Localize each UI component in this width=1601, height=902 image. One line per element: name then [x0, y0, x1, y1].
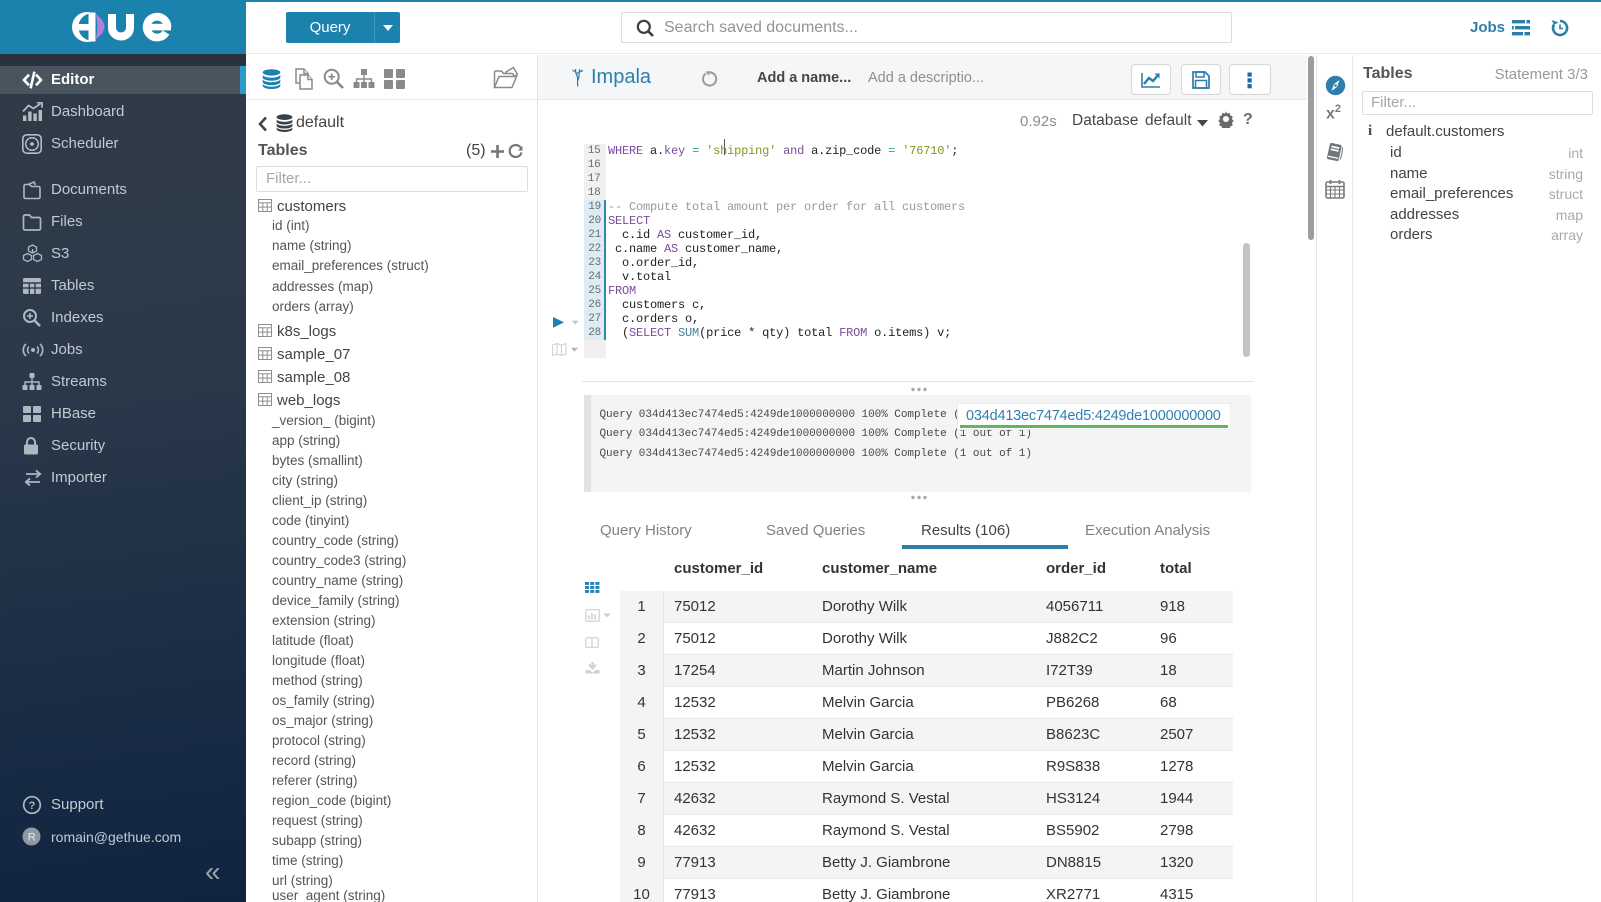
svg-text:?: ?: [29, 800, 36, 812]
svg-text:R: R: [28, 832, 36, 844]
